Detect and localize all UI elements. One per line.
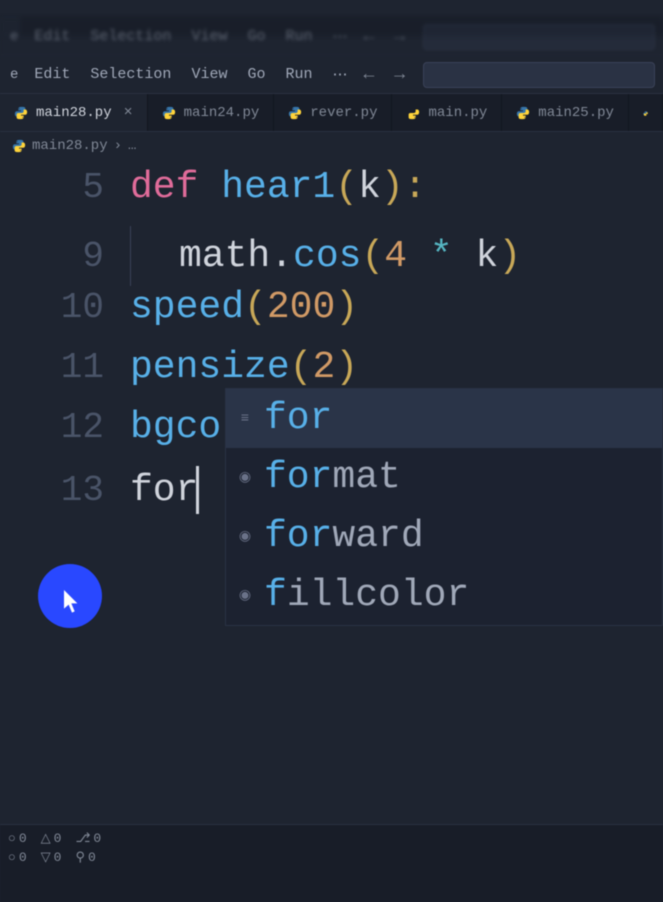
command-palette-input[interactable] <box>423 24 655 50</box>
menu-selection[interactable]: Selection <box>80 24 181 49</box>
tab-extra[interactable] <box>629 94 663 131</box>
status-warnings[interactable]: △ 0 <box>41 831 62 846</box>
suggestion-kind-icon: ◉ <box>236 587 254 605</box>
person-icon: ⚲ <box>75 850 85 865</box>
status-bar: ○ 0 △ 0 ⎇ 0 ○ 0 ▽ 0 ⚲ 0 <box>0 824 663 902</box>
circle-icon: ○ <box>8 850 16 865</box>
line-number: 11 <box>0 347 130 388</box>
status-item[interactable]: ○ 0 <box>8 850 27 865</box>
code-content: for <box>130 466 199 514</box>
code-content: pensize(2) <box>130 346 358 389</box>
tab-rever[interactable]: rever.py <box>274 94 392 131</box>
line-number: 5 <box>0 167 130 208</box>
python-icon <box>288 106 302 120</box>
code-line[interactable]: 10speed(200) <box>0 286 663 346</box>
status-info[interactable]: ⎇ 0 <box>75 831 101 846</box>
menu-edit[interactable]: Edit <box>24 62 80 87</box>
line-number: 12 <box>0 407 130 448</box>
python-icon <box>162 106 176 120</box>
text-cursor <box>196 466 199 514</box>
menu-run[interactable]: Run <box>275 24 322 49</box>
triangle-icon: △ <box>41 831 51 846</box>
menu-item[interactable]: e <box>4 25 24 49</box>
tab-main24[interactable]: main24.py <box>148 94 275 131</box>
autocomplete-label: fillcolor <box>264 574 469 617</box>
mouse-highlight-circle <box>38 564 102 628</box>
code-content: math.cos(4 * k) <box>130 226 521 286</box>
command-palette-input[interactable] <box>423 62 655 88</box>
tab-label: rever.py <box>310 105 377 121</box>
line-number: 10 <box>0 287 130 328</box>
tab-main28[interactable]: main28.py × <box>0 94 148 131</box>
line-number: 13 <box>0 470 130 511</box>
breadcrumb-rest[interactable]: … <box>128 138 136 154</box>
menubar: e Edit Selection View Go Run ⋯ ← → <box>0 56 663 94</box>
python-icon <box>406 106 420 120</box>
tabs-bar: main28.py × main24.py rever.py main.py m… <box>0 94 663 132</box>
suggestion-kind-icon: ◉ <box>236 469 254 487</box>
nav-back-icon[interactable]: ← <box>357 63 380 87</box>
code-content: speed(200) <box>130 286 358 329</box>
line-number: 9 <box>0 236 130 277</box>
suggestion-kind-icon: ≡ <box>236 410 254 428</box>
nav-back-icon[interactable]: ← <box>357 25 380 49</box>
menu-more[interactable]: ⋯ <box>322 61 357 88</box>
status-item[interactable]: ▽ 0 <box>41 850 62 865</box>
circle-icon: ○ <box>8 831 16 846</box>
tab-label: main.py <box>428 105 487 121</box>
menu-go[interactable]: Go <box>237 24 275 49</box>
menu-go[interactable]: Go <box>237 62 275 87</box>
nav-forward-icon[interactable]: → <box>388 25 411 49</box>
menubar-ghost: e Edit Selection View Go Run ⋯ ← → <box>0 18 663 56</box>
autocomplete-label: forward <box>264 515 424 558</box>
status-item[interactable]: ⚲ 0 <box>75 850 95 865</box>
menu-more[interactable]: ⋯ <box>322 23 357 50</box>
triangle-down-icon: ▽ <box>41 850 51 865</box>
code-line[interactable]: 5def hear1(k): <box>0 166 663 226</box>
autocomplete-popup: ≡ for ◉ format ◉ forward ◉ fillcolor <box>225 388 663 626</box>
python-icon <box>12 139 26 153</box>
tab-main25[interactable]: main25.py <box>502 94 629 131</box>
autocomplete-label: for <box>264 397 332 440</box>
autocomplete-label: format <box>264 456 401 499</box>
breadcrumb-file[interactable]: main28.py <box>32 138 108 154</box>
python-icon <box>516 106 530 120</box>
tab-label: main24.py <box>184 105 260 121</box>
tab-label: main25.py <box>538 105 614 121</box>
close-icon[interactable]: × <box>124 104 133 121</box>
autocomplete-item[interactable]: ≡ for <box>226 389 662 448</box>
code-content: def hear1(k): <box>130 166 426 209</box>
mouse-cursor-icon <box>63 590 81 614</box>
menu-view[interactable]: View <box>181 24 237 49</box>
code-line[interactable]: 9math.cos(4 * k) <box>0 226 663 286</box>
breadcrumb: main28.py › … <box>0 132 663 160</box>
status-errors[interactable]: ○ 0 <box>8 831 27 846</box>
tab-label: main28.py <box>36 105 112 121</box>
python-icon <box>643 106 648 120</box>
menu-selection[interactable]: Selection <box>80 62 181 87</box>
autocomplete-item[interactable]: ◉ forward <box>226 507 662 566</box>
python-icon <box>14 106 28 120</box>
autocomplete-item[interactable]: ◉ fillcolor <box>226 566 662 625</box>
menu-item[interactable]: e <box>4 63 24 87</box>
nav-forward-icon[interactable]: → <box>388 63 411 87</box>
menu-edit[interactable]: Edit <box>24 24 80 49</box>
menu-run[interactable]: Run <box>275 62 322 87</box>
breadcrumb-sep: › <box>114 138 122 154</box>
autocomplete-item[interactable]: ◉ format <box>226 448 662 507</box>
suggestion-kind-icon: ◉ <box>236 528 254 546</box>
branch-icon: ⎇ <box>75 831 90 846</box>
tab-main[interactable]: main.py <box>392 94 502 131</box>
menu-view[interactable]: View <box>181 62 237 87</box>
